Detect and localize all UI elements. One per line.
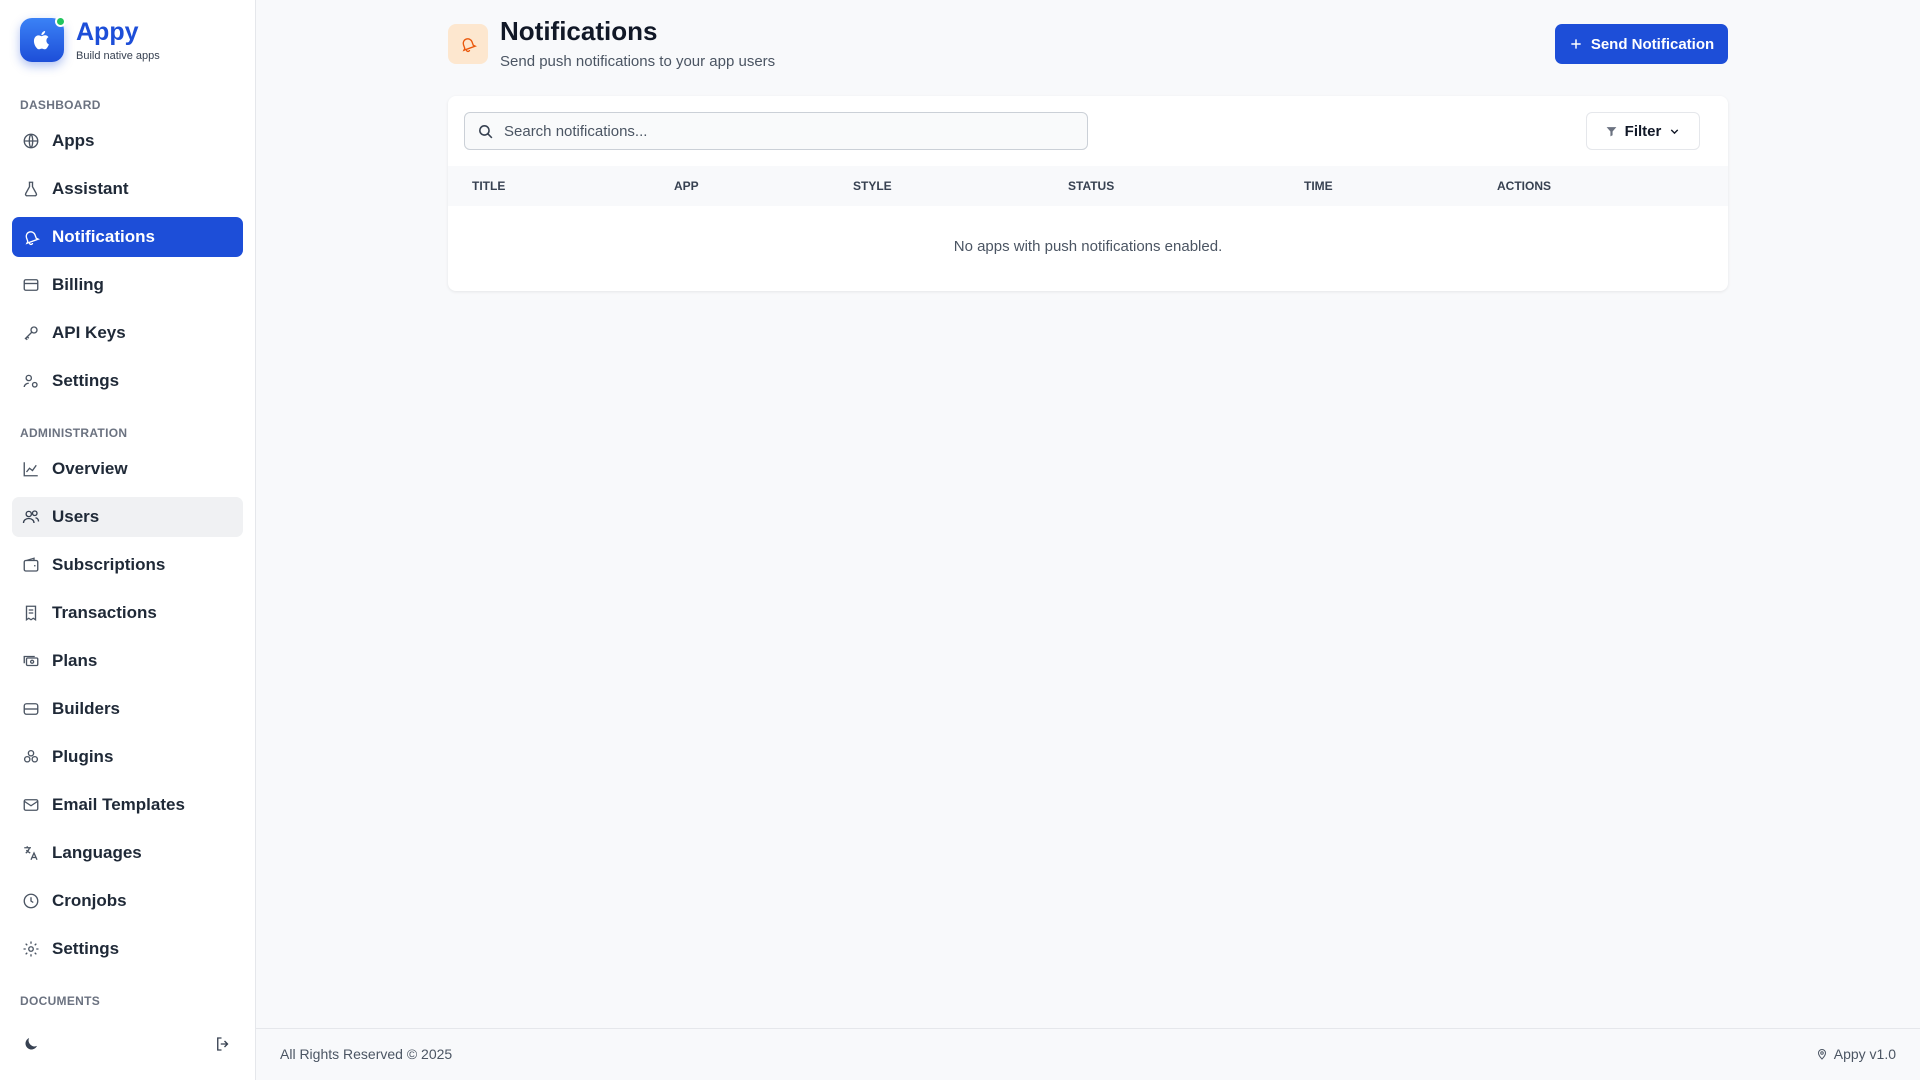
column-style: STYLE bbox=[853, 179, 892, 193]
sidebar-item-label: Settings bbox=[52, 939, 120, 958]
map-pin-icon bbox=[1816, 1047, 1828, 1061]
send-notification-label: Send Notification bbox=[1590, 35, 1715, 53]
globe-icon bbox=[22, 132, 40, 150]
sidebar-item-plugins[interactable]: Plugins bbox=[12, 737, 243, 777]
chevron-down-icon bbox=[1668, 125, 1681, 138]
flask-icon bbox=[22, 180, 40, 198]
notifications-card: Filter TITLE APP STYLE STATUS TIME ACTIO… bbox=[448, 96, 1728, 291]
sidebar-item-label: Notifications bbox=[52, 227, 155, 246]
search-box[interactable] bbox=[464, 112, 1088, 150]
sidebar-item-label: Cronjobs bbox=[52, 891, 127, 910]
sidebar-item-builders[interactable]: Builders bbox=[12, 689, 243, 729]
search-icon bbox=[477, 123, 494, 140]
version-info: Appy v1.0 bbox=[1816, 1046, 1896, 1062]
section-label-administration: ADMINISTRATION bbox=[20, 426, 128, 440]
sidebar-item-label: Languages bbox=[52, 843, 142, 862]
server-icon bbox=[22, 700, 40, 718]
puzzle-icon bbox=[22, 748, 40, 766]
sidebar-item-label: Billing bbox=[52, 275, 104, 294]
sidebar-item-cronjobs[interactable]: Cronjobs bbox=[12, 881, 243, 921]
column-app: APP bbox=[674, 179, 699, 193]
sidebar-item-admin-settings[interactable]: Settings bbox=[12, 929, 243, 969]
sidebar-item-languages[interactable]: Languages bbox=[12, 833, 243, 873]
sidebar-item-settings[interactable]: Settings bbox=[12, 361, 243, 401]
column-time: TIME bbox=[1304, 179, 1333, 193]
receipt-icon bbox=[22, 604, 40, 622]
sidebar-item-label: Settings bbox=[52, 371, 120, 390]
sidebar-item-apps[interactable]: Apps bbox=[12, 121, 243, 161]
moon-icon[interactable] bbox=[20, 1033, 42, 1055]
gear-icon bbox=[22, 940, 40, 958]
sidebar-item-label: Users bbox=[52, 507, 100, 526]
credit-card-icon bbox=[22, 276, 40, 294]
cash-icon bbox=[22, 652, 40, 670]
filter-label: Filter bbox=[1624, 122, 1662, 140]
filter-button[interactable]: Filter bbox=[1586, 112, 1700, 150]
key-icon bbox=[22, 324, 40, 342]
sidebar-item-plans[interactable]: Plans bbox=[12, 641, 243, 681]
wallet-icon bbox=[22, 556, 40, 574]
apple-icon bbox=[20, 16, 66, 62]
sidebar: Appy Build native apps DASHBOARD Apps As… bbox=[0, 0, 256, 1080]
sidebar-item-transactions[interactable]: Transactions bbox=[12, 593, 243, 633]
funnel-icon bbox=[1605, 125, 1618, 138]
section-label-documents: DOCUMENTS bbox=[20, 994, 101, 1008]
page-title: Notifications bbox=[500, 16, 658, 46]
sidebar-item-overview[interactable]: Overview bbox=[12, 449, 243, 489]
sidebar-item-label: Builders bbox=[52, 699, 121, 718]
users-icon bbox=[22, 508, 40, 526]
sidebar-item-label: Apps bbox=[52, 131, 95, 150]
sidebar-item-label: Overview bbox=[52, 459, 128, 478]
section-label-dashboard: DASHBOARD bbox=[20, 98, 101, 112]
version-label: Appy v1.0 bbox=[1833, 1046, 1896, 1062]
sidebar-item-label: Email Templates bbox=[52, 795, 185, 814]
sidebar-item-subscriptions[interactable]: Subscriptions bbox=[12, 545, 243, 585]
sidebar-item-label: Plugins bbox=[52, 747, 114, 766]
column-actions: ACTIONS bbox=[1497, 179, 1551, 193]
page-subtitle: Send push notifications to your app user… bbox=[500, 53, 776, 70]
logout-icon[interactable] bbox=[212, 1033, 234, 1055]
brand-name: Appy bbox=[76, 18, 139, 46]
sidebar-item-assistant[interactable]: Assistant bbox=[12, 169, 243, 209]
copyright-text: All Rights Reserved © 2025 bbox=[280, 1046, 453, 1062]
table-header: TITLE APP STYLE STATUS TIME ACTIONS bbox=[448, 166, 1728, 206]
sidebar-item-api-keys[interactable]: API Keys bbox=[12, 313, 243, 353]
send-notification-button[interactable]: Send Notification bbox=[1555, 24, 1728, 64]
mail-icon bbox=[22, 796, 40, 814]
status-dot bbox=[55, 16, 66, 27]
sidebar-item-label: API Keys bbox=[52, 323, 126, 342]
column-title: TITLE bbox=[472, 179, 506, 193]
chart-line-icon bbox=[22, 460, 40, 478]
sidebar-item-label: Assistant bbox=[52, 179, 129, 198]
user-cog-icon bbox=[22, 372, 40, 390]
sidebar-item-billing[interactable]: Billing bbox=[12, 265, 243, 305]
brand-tagline: Build native apps bbox=[76, 50, 160, 62]
sidebar-item-label: Plans bbox=[52, 651, 98, 670]
translate-icon bbox=[22, 844, 40, 862]
sidebar-item-label: Transactions bbox=[52, 603, 157, 622]
search-input[interactable] bbox=[504, 122, 1064, 140]
sidebar-item-users[interactable]: Users bbox=[12, 497, 243, 537]
plus-icon bbox=[1569, 37, 1583, 51]
brand[interactable]: Appy Build native apps bbox=[20, 16, 160, 62]
empty-state-message: No apps with push notifications enabled. bbox=[953, 238, 1223, 255]
sidebar-item-notifications[interactable]: Notifications bbox=[12, 217, 243, 257]
footer: All Rights Reserved © 2025 Appy v1.0 bbox=[256, 1028, 1920, 1080]
bell-icon bbox=[448, 24, 488, 64]
bell-icon bbox=[22, 228, 40, 246]
column-status: STATUS bbox=[1068, 179, 1115, 193]
clock-icon bbox=[22, 892, 40, 910]
sidebar-item-email-templates[interactable]: Email Templates bbox=[12, 785, 243, 825]
sidebar-item-label: Subscriptions bbox=[52, 555, 166, 574]
